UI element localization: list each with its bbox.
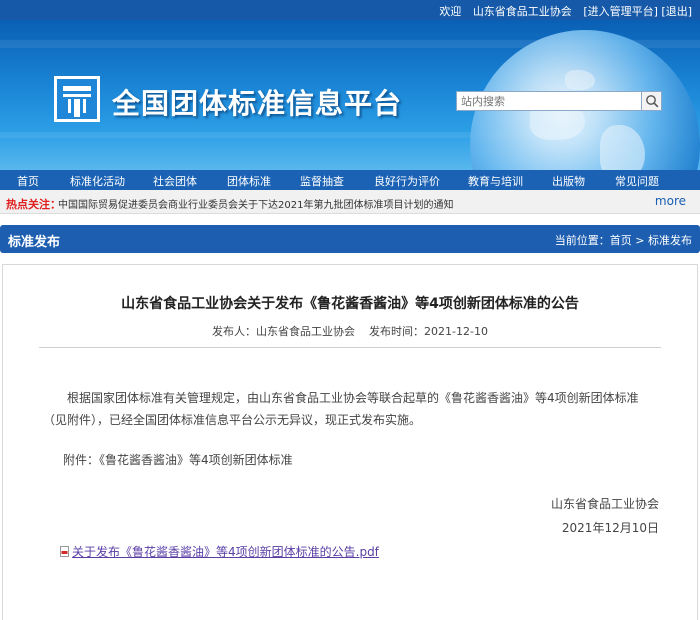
- pdf-attachment: 关于发布《鲁花酱香酱油》等4项创新团体标准的公告.pdf: [60, 543, 379, 560]
- top-bar: 欢迎 山东省食品工业协会 [进入管理平台] [退出]: [0, 0, 700, 20]
- title-divider: [39, 347, 661, 348]
- nav-item-organizations[interactable]: 社会团体: [153, 173, 197, 189]
- top-bar-links: 欢迎 山东省食品工业协会 [进入管理平台] [退出]: [439, 3, 692, 19]
- article-title: 山东省食品工业协会关于发布《鲁花酱香酱油》等4项创新团体标准的公告: [121, 296, 579, 312]
- pdf-icon: [60, 546, 69, 557]
- nav-item-inspection[interactable]: 监督抽查: [300, 173, 344, 189]
- nav-item-evaluation[interactable]: 良好行为评价: [374, 173, 440, 189]
- section-header: 标准发布 当前位置：首页 > 标准发布: [0, 225, 700, 253]
- hot-topics-label: 热点关注：: [6, 198, 61, 211]
- signature: 山东省食品工业协会: [550, 497, 659, 511]
- more-link[interactable]: more: [655, 194, 686, 208]
- nav-item-training[interactable]: 教育与培训: [468, 173, 523, 189]
- search-box: [456, 91, 662, 111]
- welcome-text: 欢迎: [439, 5, 462, 18]
- site-logo[interactable]: [54, 76, 100, 122]
- search-icon: [646, 95, 659, 108]
- nav-item-faq[interactable]: 常见问题: [615, 173, 659, 189]
- nav-item-publications[interactable]: 出版物: [552, 173, 585, 189]
- nav-item-home[interactable]: 首页: [17, 173, 39, 189]
- main-nav: 首页 标准化活动 社会团体 团体标准 监督抽查 良好行为评价 教育与培训 出版物…: [0, 170, 700, 190]
- section-title: 标准发布: [8, 235, 61, 250]
- header-banner: 全国团体标准信息平台: [0, 20, 700, 170]
- globe-land: [565, 70, 595, 90]
- hot-topics-bar: 热点关注： 中国国际贸易促进委员会商业行业委员会关于下达2021年第九批团体标准…: [0, 190, 700, 214]
- article-body: 根据国家团体标准有关管理规定，由山东省食品工业协会等联合起草的《鲁花酱香酱油》等…: [43, 391, 639, 427]
- user-name: 山东省食品工业协会: [472, 5, 572, 18]
- attachment-note: 附件：《鲁花酱香酱油》等4项创新团体标准: [63, 453, 293, 467]
- nav-item-standardization[interactable]: 标准化活动: [70, 173, 125, 189]
- pdf-download-link[interactable]: 关于发布《鲁花酱香酱油》等4项创新团体标准的公告.pdf: [72, 545, 379, 559]
- globe-land: [600, 125, 645, 170]
- nav-item-group-standards[interactable]: 团体标准: [227, 173, 271, 189]
- signature-date: 2021年12月10日: [561, 521, 659, 535]
- breadcrumb[interactable]: 当前位置：首页 > 标准发布: [555, 232, 692, 248]
- logout-link[interactable]: [退出]: [661, 5, 692, 18]
- site-title[interactable]: 全国团体标准信息平台: [112, 82, 402, 122]
- hot-topic-link[interactable]: 中国国际贸易促进委员会商业行业委员会关于下达2021年第九批团体标准项目计划的通…: [58, 196, 453, 211]
- article-meta: 发布人：山东省食品工业协会 发布时间：2021-12-10: [212, 325, 488, 338]
- search-input[interactable]: [456, 91, 642, 111]
- admin-link[interactable]: [进入管理平台]: [583, 5, 658, 18]
- search-button[interactable]: [641, 91, 662, 111]
- article-panel: 山东省食品工业协会关于发布《鲁花酱香酱油》等4项创新团体标准的公告 发布人：山东…: [2, 264, 698, 620]
